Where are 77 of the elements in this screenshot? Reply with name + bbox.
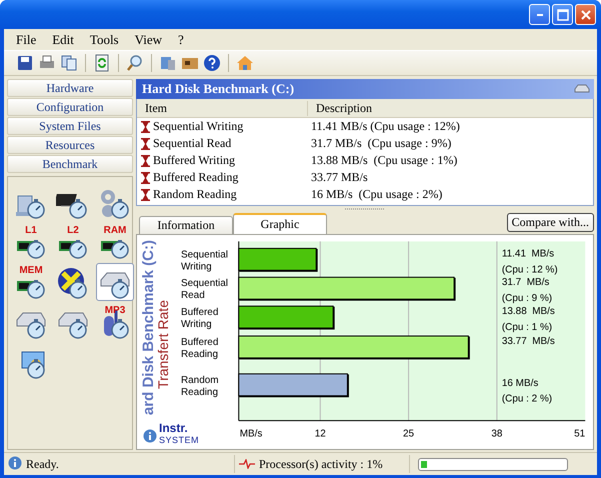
table-cell-text: 13.88 MB/s (Cpu usage : 1%)	[310, 153, 458, 168]
close-icon	[580, 10, 590, 20]
axis-tick-label: 25	[402, 428, 414, 440]
hourglass-icon	[141, 154, 150, 166]
processor-activity: Processor(s) activity : 1%	[259, 456, 383, 472]
table-cell: Sequential Read	[137, 136, 307, 151]
tab[interactable]: Graphic	[233, 213, 327, 234]
table-cell: Buffered Writing	[137, 153, 307, 168]
close-button[interactable]	[575, 4, 596, 25]
cpu-reading: (Cpu : 1 %)	[502, 322, 552, 334]
hourglass-icon	[141, 138, 150, 150]
cpu-reading: (Cpu : 2 %)	[502, 394, 552, 405]
table-cell: Sequential Writing	[137, 119, 307, 134]
category-label: Buffered Writing	[180, 307, 218, 330]
rate-reading: 13.88 MB/s	[502, 306, 555, 318]
axis-tick-label: 38	[491, 428, 502, 440]
category-label: Sequential Read	[180, 278, 228, 302]
menu-item[interactable]: View	[126, 32, 170, 48]
axis-label: MB/s	[240, 428, 262, 440]
logo-tagline: SYSTEM	[159, 435, 200, 445]
panel-title: Hard Disk Benchmark (C:)	[142, 81, 294, 97]
maximize-icon	[556, 8, 568, 20]
axis-tick-label: 12	[314, 428, 326, 440]
drive-icon	[574, 84, 590, 94]
info-icon	[8, 456, 22, 472]
category-label: Buffered Reading	[180, 336, 218, 360]
maximize-button[interactable]	[552, 4, 573, 25]
rate-reading: 31.7 MB/s	[502, 277, 550, 288]
category-label: Random Reading	[180, 374, 218, 398]
search-icon[interactable]	[126, 54, 144, 72]
home-icon[interactable]	[236, 54, 254, 72]
cpu-reading: (Cpu : 12 %)	[502, 264, 558, 276]
minimize-icon	[536, 14, 542, 16]
save-icon[interactable]	[16, 54, 34, 72]
cpu-reading: (Cpu : 9 %)	[502, 293, 552, 304]
minimize-button[interactable]	[529, 4, 550, 25]
rate-reading: 16 MB/s	[502, 378, 538, 389]
sidebar-section-button[interactable]: Resources	[7, 136, 133, 154]
axis-tick-label: 51	[574, 428, 586, 440]
refresh-icon[interactable]	[93, 54, 111, 72]
column-header: Description	[307, 100, 593, 116]
rate-reading: 33.77 MB/s	[502, 336, 555, 347]
chart-title: ard Disk Benchmark (C:)	[141, 240, 156, 415]
sidebar-section-button[interactable]: System Files	[7, 117, 133, 135]
menu-item[interactable]: ?	[170, 32, 192, 48]
table-cell-text: 11.41 MB/s (Cpu usage : 12%)	[310, 119, 461, 134]
table-cell: Random Reading	[137, 187, 307, 202]
menu-item[interactable]: File	[8, 32, 44, 48]
help-icon[interactable]	[203, 54, 221, 72]
column-header: Item	[144, 100, 168, 116]
compare-button[interactable]: Compare with...	[506, 213, 594, 232]
tab[interactable]: Information	[139, 216, 233, 234]
hourglass-icon	[141, 188, 150, 200]
category-label: Sequential Writing	[180, 249, 228, 272]
pulse-icon	[239, 459, 255, 469]
hourglass-icon	[141, 172, 150, 184]
sidebar-section-button[interactable]: Configuration	[7, 98, 133, 116]
benchmark-tool-button[interactable]: MP3	[96, 303, 134, 341]
menu-item[interactable]: Tools	[82, 32, 127, 48]
benchmark-tool-button[interactable]: RAM	[96, 223, 134, 261]
info-icon	[143, 429, 157, 445]
logo-name: Instr.	[159, 421, 189, 435]
sidebar-section-button[interactable]: Hardware	[7, 79, 133, 97]
benchmark-tool-button[interactable]: L2	[54, 223, 92, 261]
rate-reading: 11.41 MB/s	[502, 248, 554, 260]
copy-icon[interactable]	[60, 54, 78, 72]
hourglass-icon	[141, 120, 150, 132]
menu-item[interactable]: Edit	[44, 32, 82, 48]
sidebar-section-button[interactable]: Benchmark	[7, 155, 133, 173]
table-cell-text: 31.7 MB/s (Cpu usage : 9%)	[310, 136, 452, 151]
chart-subtitle: Transfert Rate	[156, 300, 170, 389]
table-cell: Buffered Reading	[137, 170, 307, 185]
table-cell-text: 33.77 MB/s	[310, 170, 369, 185]
status-message: Ready.	[26, 456, 59, 472]
table-cell-text: 16 MB/s (Cpu usage : 2%)	[310, 187, 444, 202]
benchmark-tool-button[interactable]: MEM	[12, 263, 50, 301]
benchmark-tool-button[interactable]: L1	[12, 223, 50, 261]
